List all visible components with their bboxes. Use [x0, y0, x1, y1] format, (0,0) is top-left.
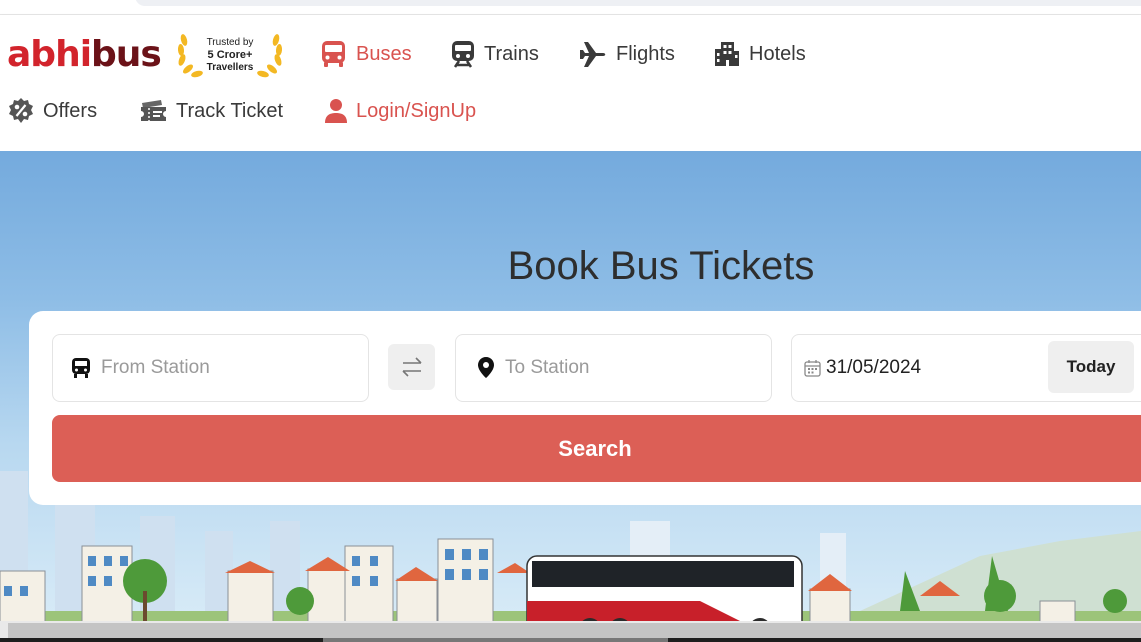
train-icon [452, 41, 474, 68]
site-header: abhibus Trusted by 5 Crore+ Travellers B… [0, 15, 1141, 151]
ticket-icon [141, 100, 166, 121]
logo-text-abhi: abhi [7, 34, 92, 75]
brand-logo[interactable]: abhibus [7, 34, 162, 75]
nav-trains-label: Trains [484, 42, 539, 65]
trusted-line2: 5 Crore+ [207, 49, 253, 61]
trusted-line3: Travellers [206, 62, 254, 73]
user-icon [325, 99, 347, 123]
nav-buses[interactable]: Buses [320, 40, 412, 68]
calendar-icon [804, 360, 821, 377]
today-button[interactable]: Today [1048, 341, 1134, 393]
hero-title: Book Bus Tickets [507, 244, 815, 288]
from-station-placeholder: From Station [101, 357, 210, 378]
nav-trains[interactable]: Trains [451, 40, 539, 68]
from-station-field[interactable]: From Station [52, 334, 369, 402]
nav-login[interactable]: Login/SignUp [325, 98, 476, 124]
nav-hotels-label: Hotels [749, 42, 806, 65]
bus-icon [72, 358, 90, 378]
search-card: From Station To Station 31/05/2024 Today… [29, 311, 1141, 505]
nav-track-ticket-label: Track Ticket [176, 99, 284, 122]
nav-login-label: Login/SignUp [356, 99, 477, 122]
trusted-line1: Trusted by [206, 37, 254, 48]
journey-date-value: 31/05/2024 [826, 357, 922, 378]
plane-icon [580, 42, 606, 67]
bus-icon [322, 41, 345, 67]
trusted-badge: Trusted by 5 Crore+ Travellers [176, 32, 284, 78]
location-pin-icon [478, 357, 494, 378]
nav-flights[interactable]: Flights [579, 40, 675, 68]
hotel-icon [715, 42, 739, 66]
hero-section: Book Bus Tickets From Station To Station… [0, 151, 1141, 642]
swap-stations-button[interactable] [388, 344, 435, 390]
nav-offers[interactable]: Offers [8, 98, 97, 124]
offers-percent-icon [9, 98, 33, 123]
nav-flights-label: Flights [616, 42, 675, 65]
scrollbar-thumb[interactable] [8, 623, 1141, 638]
logo-text-bus: bus [91, 34, 162, 75]
nav-hotels[interactable]: Hotels [714, 40, 806, 68]
to-station-field[interactable]: To Station [455, 334, 772, 402]
nav-buses-label: Buses [356, 42, 412, 65]
search-button[interactable]: Search [52, 415, 1141, 482]
to-station-placeholder: To Station [505, 357, 590, 378]
nav-offers-label: Offers [43, 99, 98, 122]
swap-icon [401, 357, 422, 377]
nav-track-ticket[interactable]: Track Ticket [140, 98, 283, 124]
taskbar-edge-segment [323, 638, 668, 642]
browser-top-strip [0, 0, 1141, 15]
horizontal-scrollbar[interactable] [0, 621, 1141, 642]
address-bar-edge [135, 0, 1141, 6]
